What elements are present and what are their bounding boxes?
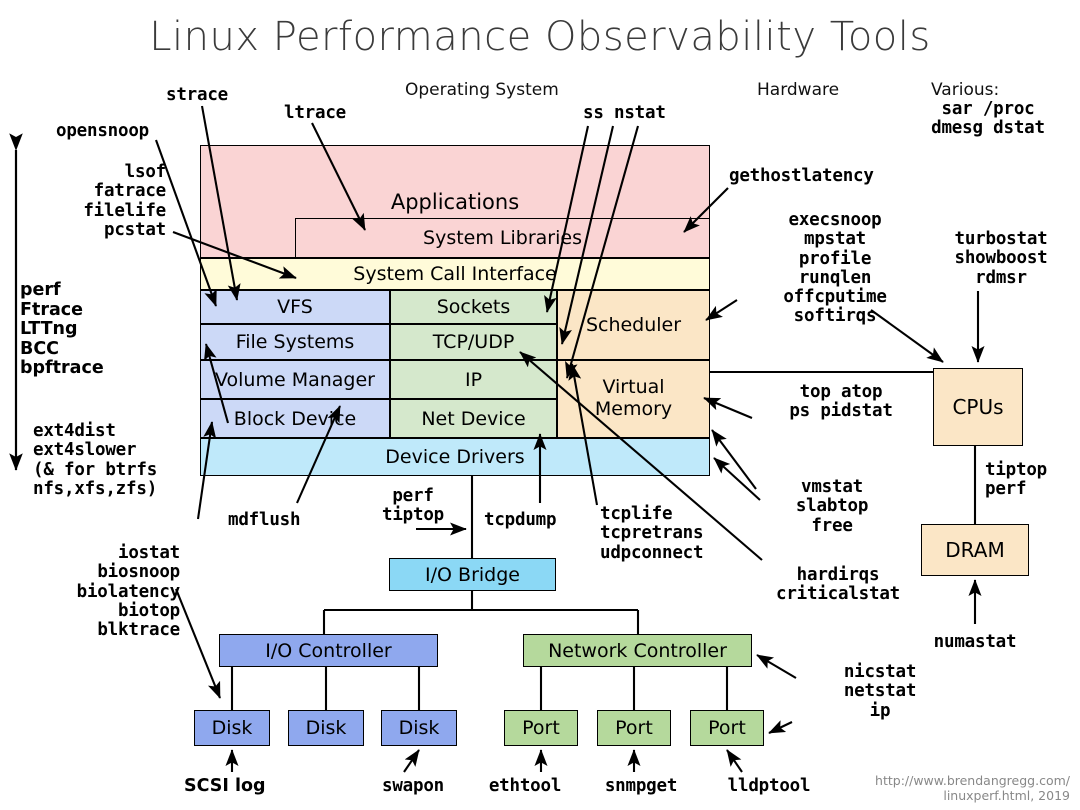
diagram-canvas: Linux Performance Observability Tools Op… <box>0 0 1080 810</box>
arrow-sched-tools <box>705 299 738 321</box>
block-network-controller: Network Controller <box>523 634 752 667</box>
block-disk-1: Disk <box>194 710 270 746</box>
tool-label-tcpdump: tcpdump <box>484 510 557 530</box>
tool-label-ethtool: ethtool <box>488 776 562 796</box>
tool-label-memory-tools: vmstat slabtop free <box>795 477 869 536</box>
block-net-device: Net Device <box>390 399 557 438</box>
block-io-bridge: I/O Bridge <box>389 558 556 591</box>
tool-label-mdflush: mdflush <box>228 510 301 530</box>
connector-bridge-controllers <box>322 591 640 634</box>
block-scheduler: Scheduler <box>557 290 710 360</box>
page-title: Linux Performance Observability Tools <box>149 14 931 60</box>
arrow-proc-tools <box>703 397 753 419</box>
tool-label-swapon: swapon <box>381 776 444 796</box>
arrow-mem-tools <box>711 429 757 490</box>
block-file-systems: File Systems <box>200 324 390 360</box>
block-device-drivers: Device Drivers <box>200 438 710 476</box>
arrow-block-to-disk <box>175 588 221 699</box>
tool-label-irq-tools: hardirqs criticalstat <box>775 565 901 605</box>
tool-label-snmpget: snmpget <box>604 776 678 796</box>
tool-label-proc-tools: top atop ps pidstat <box>789 382 893 422</box>
arrow-swapon <box>403 749 420 773</box>
credit-url: http://www.brendangregg.com/ <box>875 772 1070 788</box>
block-vfs: VFS <box>200 290 390 324</box>
tool-label-cpu-tools: turbostat showboost rdmsr <box>954 229 1048 288</box>
tool-label-perf-tiptop: perf tiptop <box>381 486 444 526</box>
block-block-device: Block Device <box>200 399 390 438</box>
arrow-nic-tools-port <box>768 720 793 734</box>
tool-label-opensnoop: opensnoop <box>56 121 150 141</box>
tool-label-various-list: sar /proc dmesg dstat <box>931 99 1045 139</box>
arrow-drivers-right <box>713 457 761 501</box>
caption-operating-system: Operating System <box>405 80 559 100</box>
block-system-libraries: System Libraries <box>295 218 710 258</box>
block-disk-2: Disk <box>288 710 364 746</box>
tool-label-ext4-tools: ext4dist ext4slower (& for btrfs nfs,xfs… <box>33 421 158 499</box>
tool-label-ss-nstat: ss nstat <box>583 103 666 123</box>
connector-nic-ports <box>539 667 729 710</box>
block-io-controller: I/O Controller <box>219 634 438 667</box>
block-tcp-udp: TCP/UDP <box>390 324 557 360</box>
connector-ioc-disks <box>230 667 421 710</box>
block-dram: DRAM <box>921 524 1029 576</box>
caption-hardware: Hardware <box>757 80 840 100</box>
tool-label-nic-tools: nicstat netstat ip <box>843 662 917 721</box>
arrow-nic-tools-controller <box>756 654 797 679</box>
block-virtual-memory: Virtual Memory <box>557 360 710 438</box>
tool-label-gethostlatency: gethostlatency <box>729 166 874 186</box>
tool-label-file-tools: lsof fatrace filelife pcstat <box>83 162 166 240</box>
credit-page: linuxperf.html, 2019 <box>943 788 1070 804</box>
tool-label-strace: strace <box>166 85 229 105</box>
tool-label-scsi-log: SCSI log <box>184 776 266 796</box>
tool-label-lldptool: lldptool <box>727 776 811 796</box>
tool-label-block-tools: iostat biosnoop biolatency biotop blktra… <box>76 543 181 640</box>
block-disk-3: Disk <box>381 710 457 746</box>
tool-label-tracers: perf Ftrace LTTng BCC bpftrace <box>20 280 104 379</box>
tool-label-numastat: numastat <box>933 632 1017 652</box>
block-cpus: CPUs <box>933 368 1023 446</box>
block-port-1: Port <box>504 710 578 746</box>
tool-label-scheduler-tools: execsnoop mpstat profile runqlen offcput… <box>783 210 887 327</box>
arrow-lldptool <box>726 749 743 773</box>
caption-various: Various: <box>931 80 1000 100</box>
credit-block: http://www.brendangregg.com/ linuxperf.h… <box>875 773 1070 804</box>
block-ip: IP <box>390 360 557 399</box>
block-port-3: Port <box>690 710 764 746</box>
tool-label-dram-tools: tiptop perf <box>985 460 1048 500</box>
tool-label-tcp-tools: tcplife tcpretrans udpconnect <box>600 504 704 563</box>
block-volume-manager: Volume Manager <box>200 360 390 399</box>
block-port-2: Port <box>597 710 671 746</box>
block-sockets: Sockets <box>390 290 557 324</box>
block-system-call-interface: System Call Interface <box>200 258 710 290</box>
tool-label-ltrace: ltrace <box>284 103 347 123</box>
